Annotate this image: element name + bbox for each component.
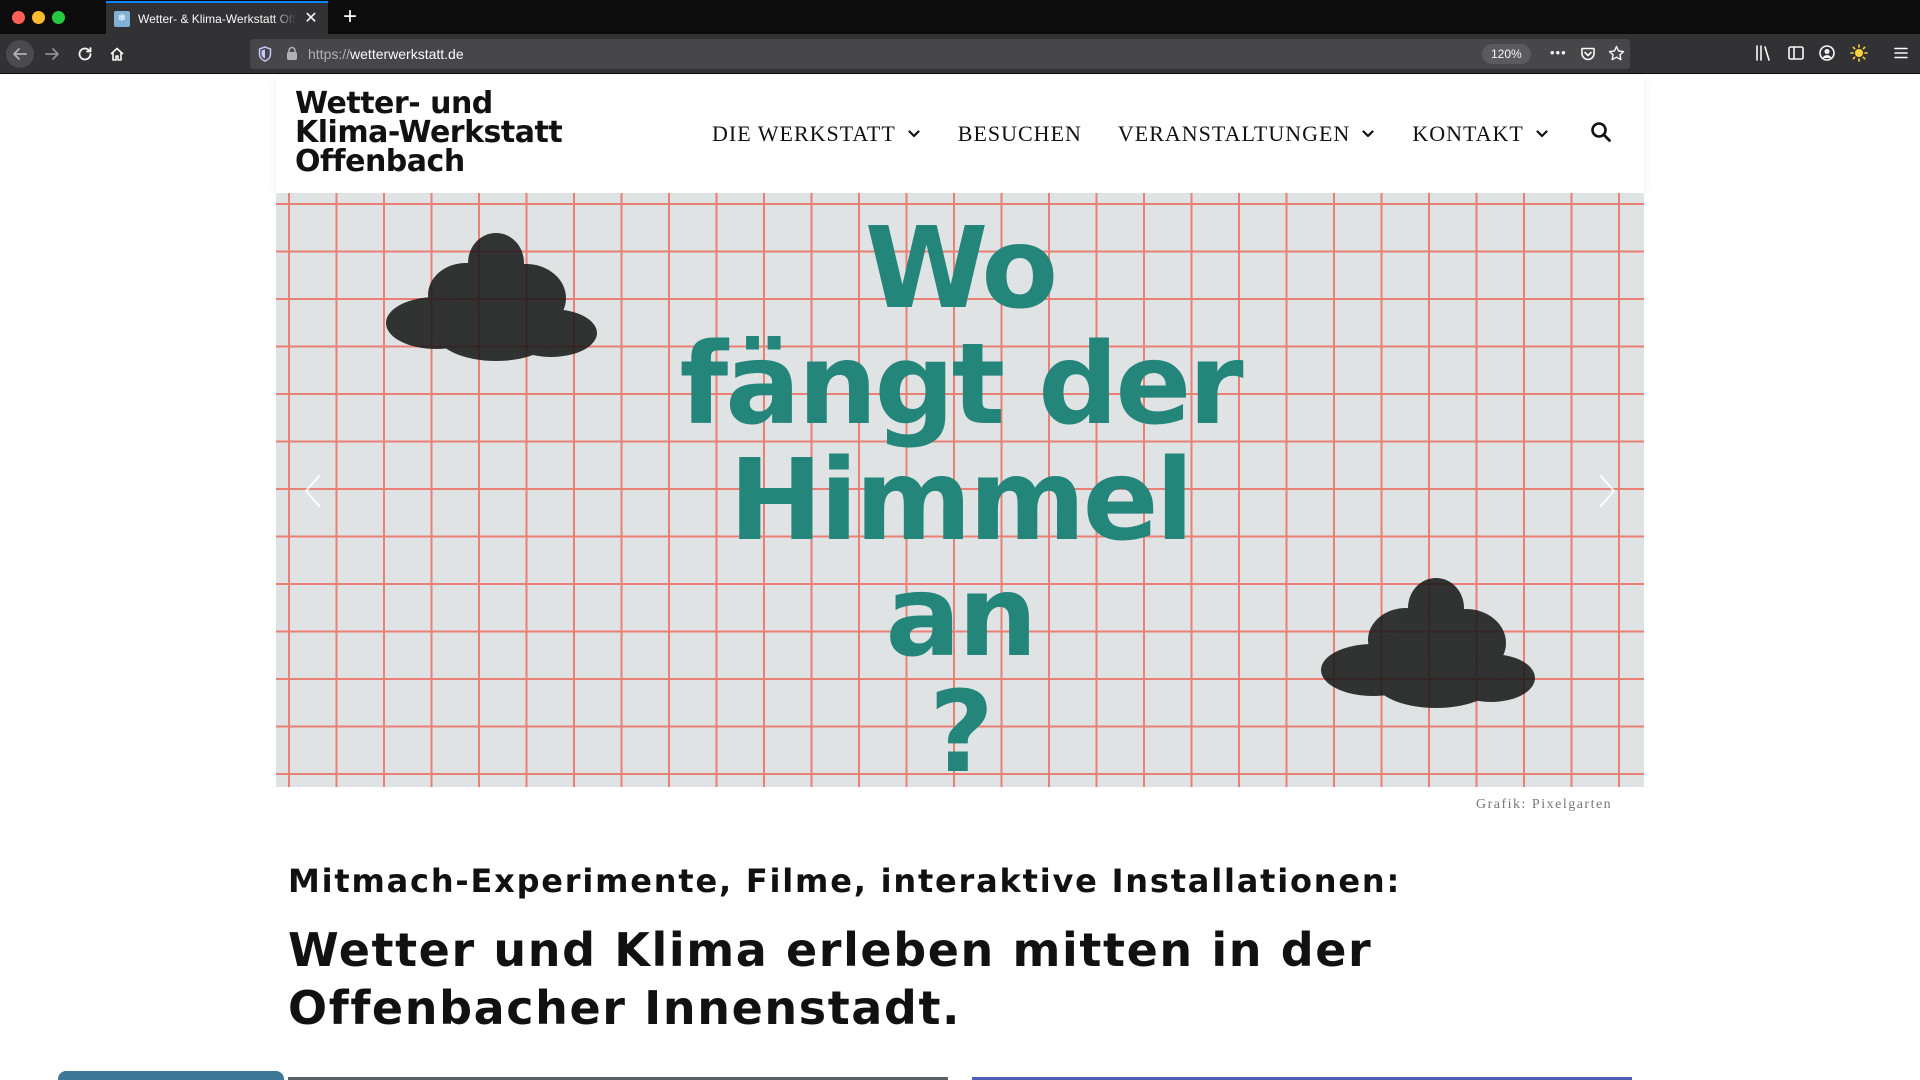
- hero-headline-line: Wo: [864, 204, 1059, 334]
- hero-headline-line: Himmel: [729, 436, 1194, 566]
- nav-item-veranstaltungen[interactable]: VERANSTALTUNGEN: [1118, 121, 1374, 147]
- search-icon[interactable]: [1590, 121, 1612, 143]
- hamburger-menu-icon[interactable]: [1892, 44, 1910, 62]
- nav-item-besuchen[interactable]: BESUCHEN: [958, 121, 1082, 147]
- reload-button[interactable]: [71, 40, 99, 68]
- forward-button[interactable]: [38, 40, 66, 68]
- browser-tab-active[interactable]: ❄ Wetter- & Klima-Werkstatt Offenbach ✕: [106, 1, 328, 34]
- site-favicon-icon: ❄: [114, 10, 130, 27]
- hero-headline-line: an: [885, 552, 1037, 682]
- site-header: Wetter- und Klima-Werkstatt Offenbach DI…: [276, 75, 1644, 193]
- tab-close-icon[interactable]: ✕: [302, 10, 320, 28]
- library-icon[interactable]: [1754, 44, 1772, 62]
- zoom-level-badge[interactable]: 120%: [1482, 44, 1531, 64]
- nav-item-label: DIE WERKSTATT: [712, 121, 896, 146]
- nav-item-label: BESUCHEN: [957, 121, 1082, 146]
- nav-item-kontakt[interactable]: KONTAKT: [1412, 121, 1548, 147]
- logo-line: Wetter- und: [295, 86, 493, 121]
- browser-navigation-bar: https://wetterwerkstatt.de 120% •••: [0, 34, 1920, 74]
- pocket-icon[interactable]: [1580, 46, 1596, 62]
- reload-icon: [78, 47, 92, 61]
- arrow-right-icon: [45, 48, 59, 60]
- hero-headline-line: fängt der: [679, 320, 1243, 450]
- bookmark-star-icon[interactable]: [1608, 45, 1625, 62]
- main-navigation: DIE WERKSTATT BESUCHEN VERANSTALTUNGEN K…: [712, 121, 1548, 147]
- back-button[interactable]: [6, 40, 34, 68]
- new-tab-button[interactable]: +: [338, 4, 362, 30]
- home-icon: [110, 47, 124, 61]
- slider-next-arrow-icon[interactable]: [1596, 473, 1618, 509]
- lock-icon[interactable]: [286, 46, 298, 61]
- image-credit: Grafik: Pixelgarten: [1476, 797, 1613, 812]
- content-card-top-edge[interactable]: [58, 1071, 284, 1080]
- logo-line: Offenbach: [295, 144, 465, 179]
- logo-line: Klima-Werkstatt: [295, 115, 563, 150]
- page-actions-menu-icon[interactable]: •••: [1550, 45, 1567, 60]
- chevron-down-icon: [1362, 130, 1374, 138]
- chevron-down-icon: [908, 130, 920, 138]
- chevron-down-icon: [1536, 130, 1548, 138]
- url-host: wetterwerkstatt.de: [350, 46, 464, 62]
- url-scheme: https://: [308, 46, 351, 62]
- theme-sun-icon[interactable]: [1850, 44, 1868, 62]
- intro-headline: Wetter und Klima erleben mitten in der O…: [288, 921, 1488, 1037]
- url-bar[interactable]: https://wetterwerkstatt.de 120% •••: [250, 39, 1630, 69]
- browser-tab-bar: ❄ Wetter- & Klima-Werkstatt Offenbach ✕ …: [0, 0, 1920, 34]
- slider-prev-arrow-icon[interactable]: [302, 473, 324, 509]
- arrow-left-icon: [13, 48, 27, 60]
- nav-item-die-werkstatt[interactable]: DIE WERKSTATT: [712, 121, 920, 147]
- nav-item-label: KONTAKT: [1412, 121, 1524, 146]
- window-close-button[interactable]: [12, 11, 25, 24]
- site-logo[interactable]: Wetter- und Klima-Werkstatt Offenbach: [295, 86, 563, 179]
- sidebar-toggle-icon[interactable]: [1787, 44, 1805, 62]
- intro-headline-line: Wetter und Klima erleben mitten in der: [288, 923, 1373, 977]
- window-zoom-button[interactable]: [52, 11, 65, 24]
- account-icon[interactable]: [1818, 44, 1836, 62]
- hero-headline: Wo fängt der Himmel an ?: [276, 211, 1644, 787]
- tab-title: Wetter- & Klima-Werkstatt Offenbach: [138, 11, 296, 26]
- window-minimize-button[interactable]: [32, 11, 45, 24]
- tracking-shield-icon[interactable]: [258, 46, 272, 62]
- url-text[interactable]: https://wetterwerkstatt.de: [308, 46, 464, 62]
- intro-headline-line: Offenbacher Innenstadt.: [288, 981, 962, 1035]
- intro-subhead: Mitmach-Experimente, Filme, interaktive …: [288, 862, 1402, 900]
- hero-headline-line: ?: [929, 668, 994, 787]
- nav-item-label: VERANSTALTUNGEN: [1117, 121, 1351, 146]
- hero-slider: Wo fängt der Himmel an ?: [276, 193, 1644, 787]
- home-button[interactable]: [103, 40, 131, 68]
